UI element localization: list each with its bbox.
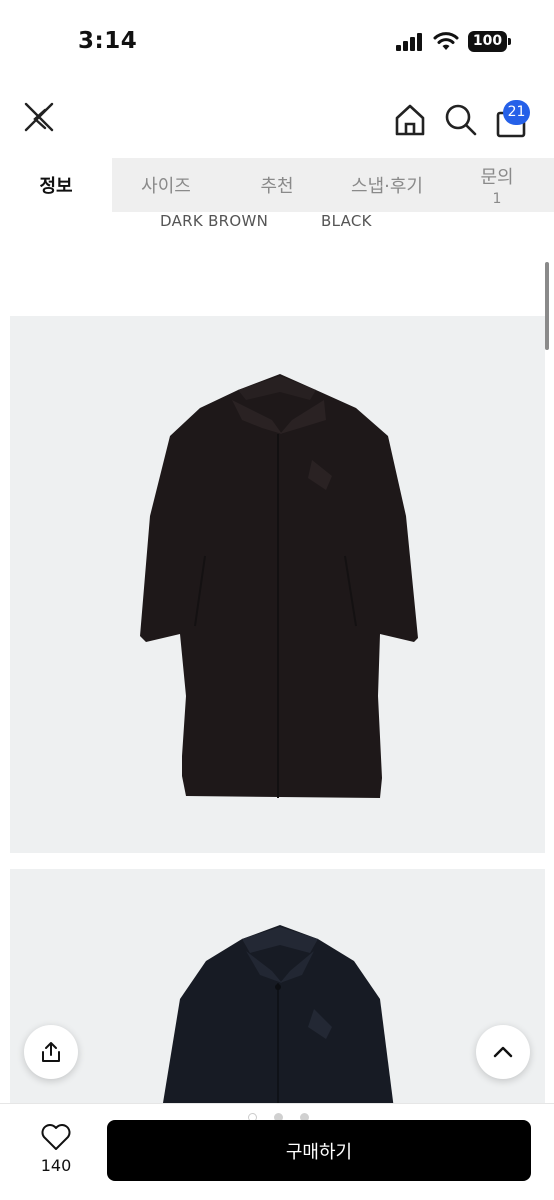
product-image-front	[10, 316, 545, 853]
like-button[interactable]: 140	[24, 1120, 88, 1182]
home-icon[interactable]	[390, 100, 430, 140]
tab-size[interactable]: 사이즈	[112, 158, 220, 212]
top-navigation-bar	[0, 88, 554, 154]
color-option-dark-brown[interactable]: DARK BROWN	[160, 212, 268, 230]
status-time: 3:14	[78, 28, 138, 54]
color-options: DARK BROWN BLACK	[0, 212, 554, 238]
buy-button[interactable]: 구매하기	[107, 1120, 531, 1181]
tab-recommend[interactable]: 추천	[220, 158, 334, 212]
close-icon[interactable]	[20, 98, 60, 138]
inquiry-count: 1	[492, 191, 502, 207]
wifi-icon	[433, 32, 459, 50]
scrollbar[interactable]	[545, 262, 549, 350]
cellular-signal-icon	[396, 33, 426, 51]
battery-tip	[508, 38, 511, 45]
color-option-black[interactable]: BLACK	[321, 212, 372, 230]
cart-count-badge: 21	[503, 100, 530, 125]
tab-info[interactable]: 정보	[0, 158, 112, 212]
scroll-to-top-button[interactable]	[476, 1025, 530, 1079]
heart-icon	[41, 1124, 71, 1150]
status-bar: 3:14 100	[0, 0, 554, 84]
chevron-up-icon	[493, 1046, 513, 1058]
tab-inquiry[interactable]: 문의 1	[440, 158, 554, 212]
coat-detail-illustration	[162, 925, 394, 1109]
share-icon	[42, 1042, 60, 1062]
product-detail-page: 3:14 100 21 정보 사이즈 추천 스냅·후기 문의 1 DARK BR…	[0, 0, 554, 1200]
share-button[interactable]	[24, 1025, 78, 1079]
search-icon[interactable]	[441, 100, 481, 140]
product-tabs: 정보 사이즈 추천 스냅·후기 문의 1	[0, 158, 554, 212]
like-count: 140	[40, 1156, 72, 1175]
coat-illustration	[140, 374, 418, 798]
tab-snap-review[interactable]: 스냅·후기	[334, 158, 440, 212]
product-image-detail	[10, 869, 545, 1109]
battery-level: 100	[468, 31, 507, 52]
